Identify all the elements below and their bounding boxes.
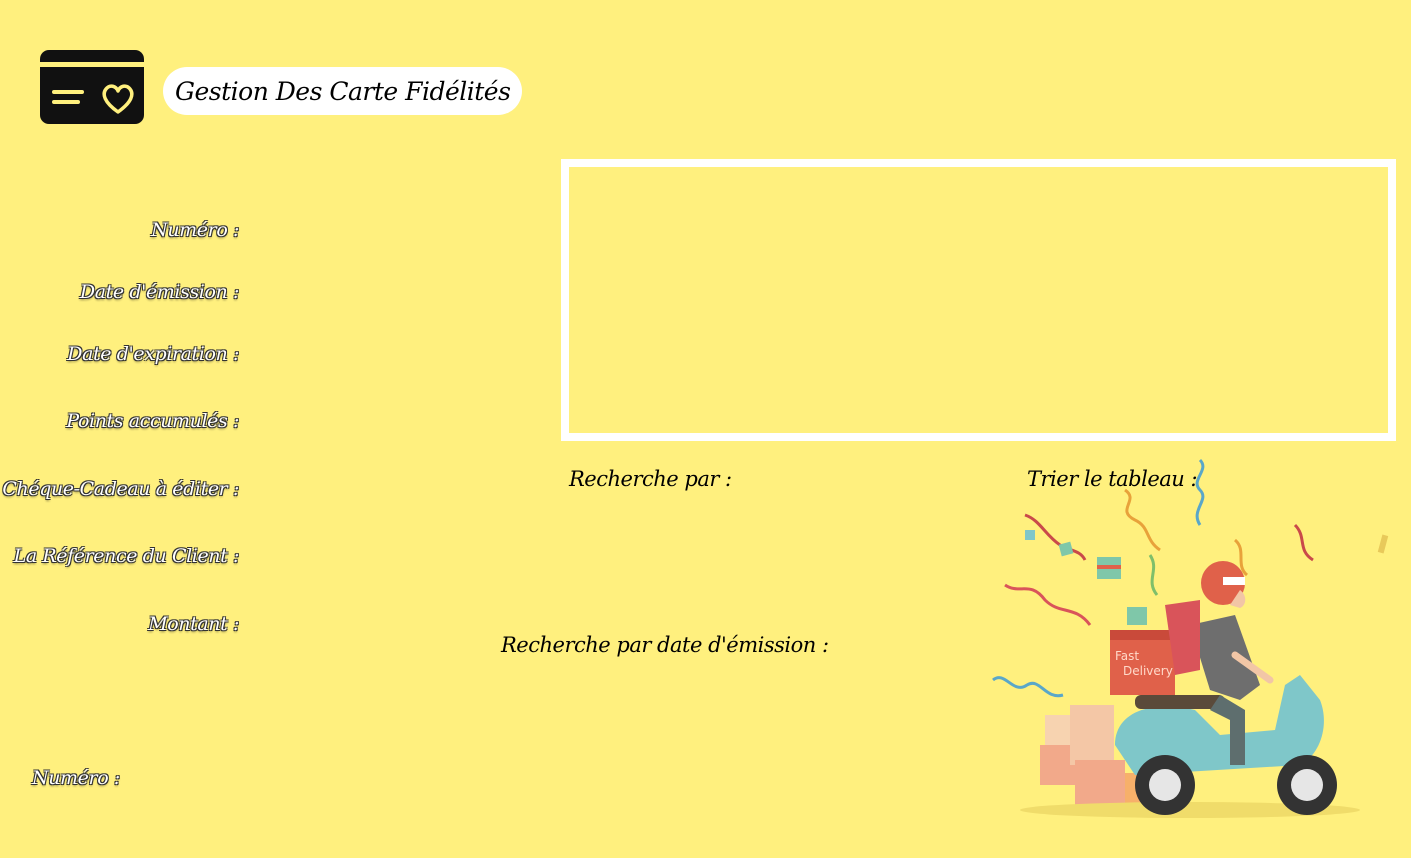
date-expiration-label: Date d'expiration : [67, 343, 239, 365]
bottom-numero-label: Numéro : [32, 767, 120, 789]
loyalty-card-heart-icon [40, 50, 144, 124]
app-title-badge: Gestion Des Carte Fidélités [165, 69, 521, 113]
search-by-label: Recherche par : [569, 467, 732, 491]
app-title: Gestion Des Carte Fidélités [175, 76, 511, 106]
points-label: Points accumulés : [66, 410, 239, 432]
reference-client-label: La Référence du Client : [13, 545, 240, 567]
delivery-scooter-illustration: Fast Delivery [992, 458, 1389, 818]
numero-label: Numéro : [151, 219, 239, 241]
date-emission-label: Date d'émission : [79, 281, 240, 303]
cheque-cadeau-label: Chéque-Cadeau à éditer : [2, 478, 239, 500]
delivery-box-text-1: Fast [1115, 649, 1139, 663]
montant-label: Montant : [148, 613, 239, 635]
search-by-date-label: Recherche par date d'émission : [501, 633, 829, 657]
cards-table[interactable] [561, 159, 1396, 441]
delivery-box-text-2: Delivery [1123, 664, 1173, 678]
